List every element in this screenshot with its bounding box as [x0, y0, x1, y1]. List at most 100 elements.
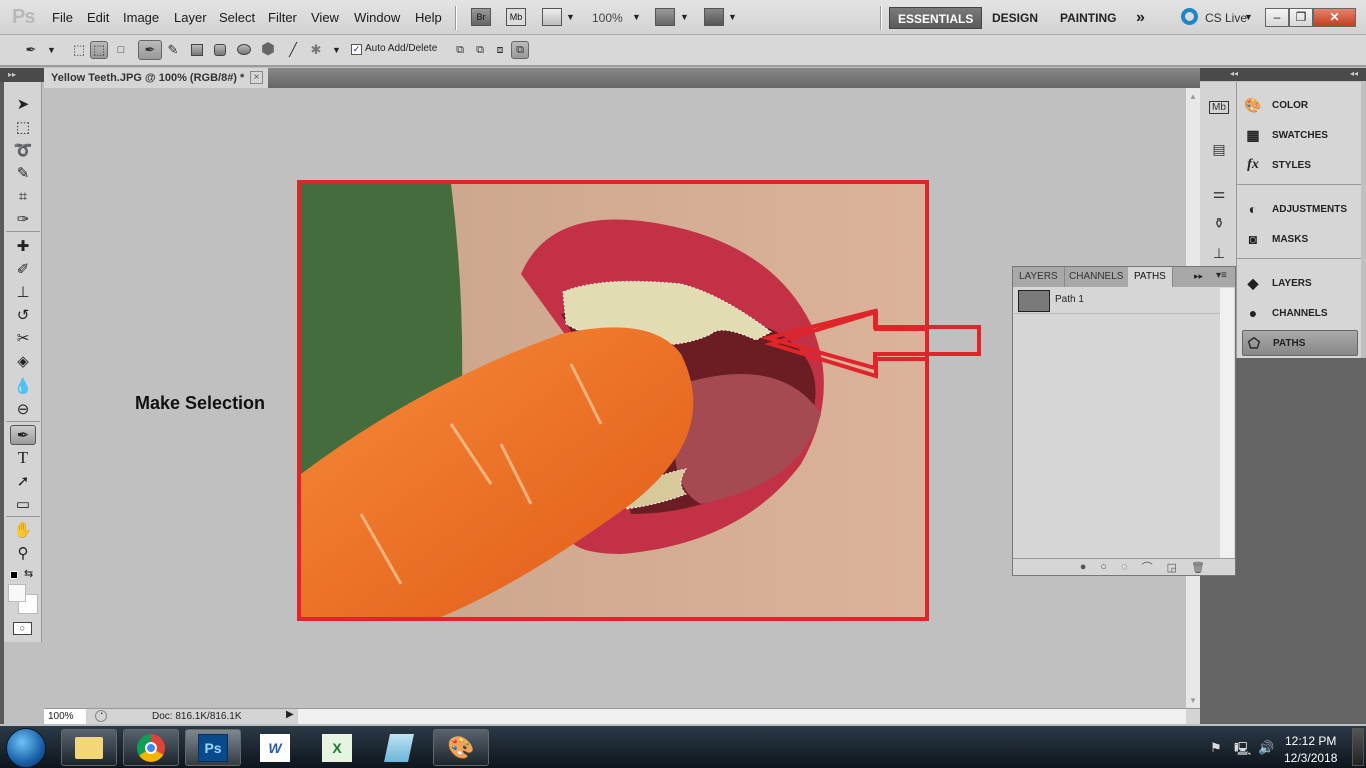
cs-live-button[interactable]: CS Live	[1205, 11, 1247, 25]
scroll-up-icon[interactable]: ▲	[1189, 92, 1197, 101]
expand-panel-icon[interactable]: ▸▸	[1194, 271, 1203, 282]
menu-layer[interactable]: Layer	[174, 10, 207, 25]
auto-add-delete-checkbox[interactable]: ✓	[351, 44, 362, 55]
network-icon[interactable]: 🖳	[1234, 740, 1251, 762]
rounded-rectangle-icon[interactable]	[214, 44, 226, 56]
lasso-tool-icon[interactable]: ➰	[10, 140, 36, 160]
bridge-button[interactable]: Br	[471, 8, 491, 26]
close-button[interactable]: ✕	[1313, 8, 1356, 27]
path-selection-icon[interactable]: ➚	[10, 471, 36, 491]
dock-item-masks[interactable]: ◙ MASKS	[1242, 226, 1358, 252]
brush-tool-icon[interactable]: ✐	[10, 259, 36, 279]
eyedropper-icon[interactable]: ✑	[10, 209, 36, 229]
pen-tool-icon[interactable]: ✒	[138, 40, 162, 60]
collapse-icon[interactable]: ◂◂	[1350, 69, 1358, 78]
menu-file[interactable]: File	[52, 10, 73, 25]
history-brush-icon[interactable]: ↺	[10, 305, 36, 325]
paths-scrollbar[interactable]	[1220, 288, 1234, 558]
make-work-path-icon[interactable]: ⌒	[1142, 559, 1153, 575]
taskbar-chrome[interactable]	[123, 729, 179, 766]
marquee-tool-icon[interactable]: ⬚	[10, 117, 36, 137]
chevron-down-icon[interactable]: ▼	[566, 12, 575, 22]
path-name[interactable]: Path 1	[1055, 294, 1084, 305]
paths-mode-icon[interactable]: ⬚	[90, 41, 108, 59]
screen-mode-icon[interactable]	[704, 8, 724, 26]
start-button[interactable]	[6, 728, 46, 768]
horizontal-scrollbar[interactable]	[298, 709, 1186, 724]
dock-item-color[interactable]: 🎨 COLOR	[1242, 92, 1358, 118]
workspace-essentials[interactable]: ESSENTIALS	[889, 7, 983, 29]
default-colors-icon[interactable]	[10, 571, 18, 579]
line-tool-icon[interactable]: ╱	[284, 41, 302, 59]
menu-select[interactable]: Select	[219, 10, 255, 25]
ellipse-tool-icon[interactable]	[237, 44, 251, 55]
mini-bridge-icon[interactable]: Mb	[1206, 96, 1232, 118]
status-menu-arrow-icon[interactable]: ▶	[286, 709, 294, 720]
scroll-down-icon[interactable]: ▼	[1189, 696, 1197, 705]
tool-presets-icon[interactable]: ⚱	[1206, 212, 1232, 234]
show-desktop-button[interactable]	[1352, 728, 1364, 766]
document-image[interactable]	[297, 180, 929, 621]
menu-help[interactable]: Help	[415, 10, 442, 25]
new-path-icon[interactable]: ◲	[1167, 561, 1177, 574]
collapse-icon[interactable]: ◂◂	[1230, 69, 1238, 78]
taskbar-excel[interactable]: X	[309, 729, 365, 766]
close-document-icon[interactable]: ×	[250, 71, 263, 84]
system-clock[interactable]: 12:12 PM 12/3/2018	[1284, 733, 1337, 767]
exclude-icon[interactable]: ⧉	[511, 41, 529, 59]
shape-layers-icon[interactable]: ⬚	[70, 41, 88, 59]
intersect-icon[interactable]: ⧈	[491, 41, 509, 59]
workspace-painting[interactable]: PAINTING	[1052, 7, 1124, 29]
custom-shape-icon[interactable]: ✱	[307, 41, 325, 59]
healing-brush-icon[interactable]: ✚	[10, 236, 36, 256]
chevron-down-icon[interactable]: ▼	[632, 12, 641, 22]
freeform-pen-icon[interactable]: ✎	[164, 41, 182, 59]
load-as-selection-icon[interactable]: ◌	[1121, 561, 1128, 573]
pen-tool-preset-icon[interactable]: ✒	[22, 41, 40, 59]
tab-paths[interactable]: PATHS	[1128, 267, 1173, 287]
panel-menu-icon[interactable]: ▾≡	[1216, 270, 1227, 281]
restore-button[interactable]: ❐	[1289, 8, 1313, 27]
swap-colors-icon[interactable]: ⇆	[24, 567, 33, 580]
taskbar-notepad[interactable]	[371, 729, 427, 766]
dock-item-channels[interactable]: ● CHANNELS	[1242, 300, 1358, 326]
document-tab[interactable]: Yellow Teeth.JPG @ 100% (RGB/8#) *	[44, 68, 268, 88]
blur-tool-icon[interactable]: 💧	[10, 376, 36, 396]
clone-stamp-icon[interactable]: ⊥	[10, 282, 36, 302]
dock-item-styles[interactable]: fx STYLES	[1242, 152, 1358, 178]
delete-path-icon[interactable]: 🗑	[1191, 561, 1205, 574]
paint-bucket-icon[interactable]: ◈	[10, 351, 36, 371]
menu-image[interactable]: Image	[123, 10, 159, 25]
eraser-tool-icon[interactable]: ✂	[10, 328, 36, 348]
view-extras-icon[interactable]	[542, 8, 562, 26]
clone-source-icon[interactable]: ⊥	[1206, 242, 1232, 264]
tab-channels[interactable]: CHANNELS	[1063, 267, 1131, 287]
taskbar-explorer[interactable]	[61, 729, 117, 766]
type-tool-icon[interactable]: T	[10, 448, 36, 468]
dock-header[interactable]	[1200, 68, 1366, 81]
fill-path-icon[interactable]: ●	[1080, 561, 1087, 573]
chevron-down-icon[interactable]: ▼	[332, 45, 341, 55]
polygon-tool-icon[interactable]: ⬢	[259, 40, 277, 58]
chevron-down-icon[interactable]: ▼	[728, 12, 737, 22]
volume-icon[interactable]: 🔊	[1258, 740, 1274, 756]
tools-panel-header[interactable]: ▸▸	[0, 68, 44, 82]
zoom-tool-icon[interactable]: ⚲	[10, 543, 36, 563]
combine-add-icon[interactable]: ⧉	[451, 41, 469, 59]
crop-tool-icon[interactable]: ⌗	[10, 186, 36, 206]
zoom-field[interactable]: 100%	[44, 709, 86, 724]
dock-item-swatches[interactable]: ▦ SWATCHES	[1242, 122, 1358, 148]
timer-icon[interactable]: ◔	[95, 710, 107, 722]
dock-item-adjustments[interactable]: ◐ ADJUSTMENTS	[1242, 196, 1358, 222]
menu-edit[interactable]: Edit	[87, 10, 109, 25]
taskbar-photoshop[interactable]: Ps	[185, 729, 241, 766]
taskbar-paint[interactable]: 🎨	[433, 729, 489, 766]
minimize-button[interactable]: –	[1265, 8, 1289, 27]
shape-tool-icon[interactable]: ▭	[10, 494, 36, 514]
brush-presets-icon[interactable]: ⚌	[1206, 182, 1232, 204]
chevron-down-icon[interactable]: ▼	[1244, 12, 1253, 22]
history-icon[interactable]: ▤	[1206, 138, 1232, 160]
dock-item-layers[interactable]: ◆ LAYERS	[1242, 270, 1358, 296]
dodge-tool-icon[interactable]: ⊖	[10, 399, 36, 419]
dock-item-paths[interactable]: ⬠ PATHS	[1242, 330, 1358, 356]
